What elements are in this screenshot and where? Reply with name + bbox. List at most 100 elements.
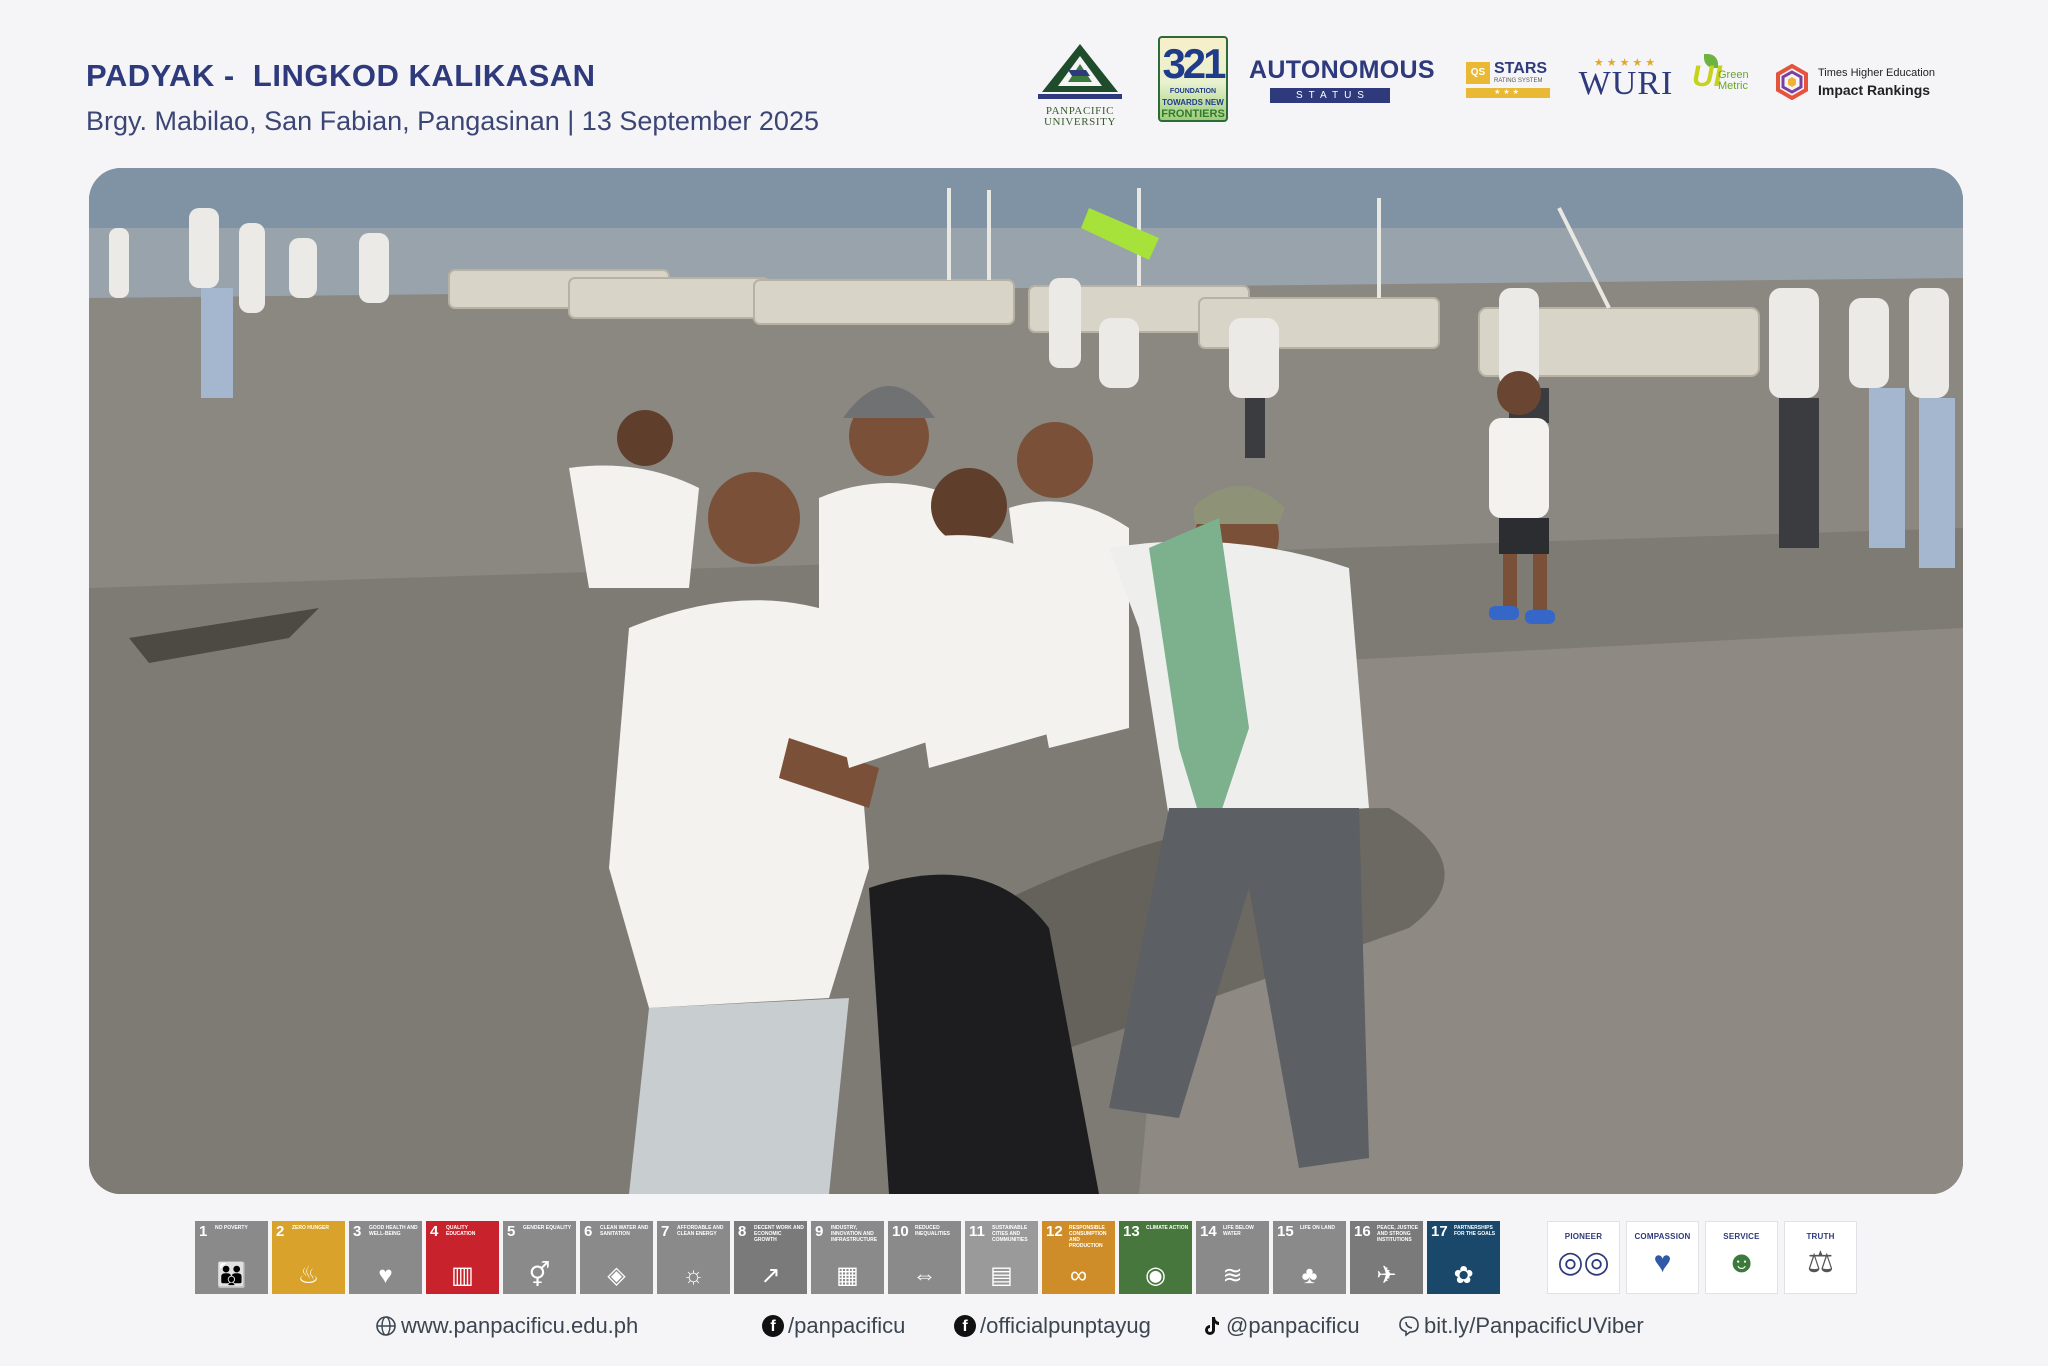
ui-greenmetric-logo: UI Green Metric — [1692, 54, 1758, 102]
globe-icon — [376, 1316, 396, 1336]
dove-icon: ✈ — [1376, 1262, 1397, 1289]
heart-hands-icon: ♥ — [1653, 1246, 1672, 1279]
sdg-number: 14 — [1200, 1223, 1217, 1240]
sdg-number: 17 — [1431, 1223, 1448, 1240]
panpacific-university-logo: PANPACIFIC UNIVERSITY — [1028, 40, 1132, 128]
header-text: PADYAK - LINGKOD KALIKASAN Brgy. Mabilao… — [86, 58, 819, 137]
autonomous-status-logo: AUTONOMOUS STATUS — [1249, 56, 1435, 103]
fish-icon: ≋ — [1222, 1262, 1243, 1289]
arrows-icon: ⇔ — [912, 1262, 937, 1289]
book-icon: ▥ — [451, 1262, 474, 1289]
page-title: PADYAK - LINGKOD KALIKASAN — [86, 58, 596, 93]
sdg-label: NO POVERTY — [215, 1225, 248, 1231]
sdg-7-tile: 7 AFFORDABLE AND CLEAN ENERGY ☼ — [657, 1221, 730, 1294]
the-impact-rankings-logo: Times Higher Education Impact Rankings — [1774, 62, 1944, 102]
sdg-label: REDUCED INEQUALITIES — [915, 1225, 951, 1237]
hexagon-icon — [1776, 64, 1808, 100]
eye-icon: ◉ — [1145, 1262, 1166, 1289]
value-compassion-tile: COMPASSION ♥ — [1626, 1221, 1699, 1294]
value-pioneer-tile: PIONEER ◎◎ — [1547, 1221, 1620, 1294]
sdg-number: 13 — [1123, 1223, 1140, 1240]
viber-icon — [1399, 1316, 1419, 1337]
footer-viber[interactable]: bit.ly/PanpacificUViber — [1398, 1313, 1644, 1339]
flower-icon: ✿ — [1453, 1262, 1474, 1289]
sun-icon: ☼ — [682, 1262, 705, 1289]
sdg-16-tile: 16 PEACE, JUSTICE AND STRONG INSTITUTIONS… — [1350, 1221, 1423, 1294]
sdg-label: PARTNERSHIPS FOR THE GOALS — [1454, 1225, 1496, 1237]
heartbeat-icon: ♥ — [378, 1262, 393, 1289]
infinity-icon: ∞ — [1069, 1262, 1088, 1289]
sdg-number: 1 — [199, 1223, 208, 1240]
sdg-3-tile: 3 GOOD HEALTH AND WELL-BEING ♥ — [349, 1221, 422, 1294]
bowl-icon: ♨ — [297, 1262, 320, 1289]
sdg-11-tile: 11 SUSTAINABLE CITIES AND COMMUNITIES ▤ — [965, 1221, 1038, 1294]
footer-website[interactable]: www.panpacificu.edu.ph — [375, 1313, 638, 1339]
sdg-number: 10 — [892, 1223, 909, 1240]
sdg-10-tile: 10 REDUCED INEQUALITIES ⇔ — [888, 1221, 961, 1294]
sdg-number: 9 — [815, 1223, 824, 1240]
sdg-2-tile: 2 ZERO HUNGER ♨ — [272, 1221, 345, 1294]
facebook-icon: f — [954, 1315, 976, 1337]
sdg-12-tile: 12 RESPONSIBLE CONSUMPTION AND PRODUCTION… — [1042, 1221, 1115, 1294]
page-subtitle: Brgy. Mabilao, San Fabian, Pangasinan | … — [86, 106, 819, 136]
sdg-label: LIFE ON LAND — [1300, 1225, 1335, 1231]
sdg-number: 3 — [353, 1223, 362, 1240]
sdg-number: 6 — [584, 1223, 593, 1240]
value-label: TRUTH — [1806, 1232, 1835, 1241]
sdg-number: 5 — [507, 1223, 516, 1240]
value-service-tile: SERVICE ☻ — [1705, 1221, 1778, 1294]
city-icon: ▤ — [990, 1262, 1013, 1289]
wuri-logo: ★★★★★ WURI — [1578, 57, 1674, 102]
sdg-5-tile: 5 GENDER EQUALITY ⚥ — [503, 1221, 576, 1294]
tiktok-icon — [1205, 1317, 1219, 1335]
sdg-17-tile: 17 PARTNERSHIPS FOR THE GOALS ✿ — [1427, 1221, 1500, 1294]
sdg-label: CLEAN WATER AND SANITATION — [600, 1225, 649, 1237]
sdg-6-tile: 6 CLEAN WATER AND SANITATION ◈ — [580, 1221, 653, 1294]
growth-icon: ↗ — [760, 1262, 781, 1289]
water-icon: ◈ — [607, 1262, 626, 1289]
footer-tiktok[interactable]: @panpacificu — [1200, 1313, 1360, 1339]
sdg-number: 2 — [276, 1223, 285, 1240]
value-label: COMPASSION — [1634, 1232, 1691, 1241]
sdg-label: RESPONSIBLE CONSUMPTION AND PRODUCTION — [1069, 1225, 1107, 1249]
sdg-label: INDUSTRY, INNOVATION AND INFRASTRUCTURE — [831, 1225, 878, 1243]
sdg-number: 8 — [738, 1223, 747, 1240]
sdg-label: ZERO HUNGER — [292, 1225, 329, 1231]
gender-icon: ⚥ — [528, 1262, 551, 1289]
sdg-label: CLIMATE ACTION — [1146, 1225, 1189, 1231]
value-label: PIONEER — [1564, 1232, 1603, 1241]
sdg-1-tile: 1 NO POVERTY 👪 — [195, 1221, 268, 1294]
sdg-4-tile: 4 QUALITY EDUCATION ▥ — [426, 1221, 499, 1294]
footer-facebook-panpacificu[interactable]: f /panpacificu — [762, 1313, 905, 1339]
sdg-8-tile: 8 DECENT WORK AND ECONOMIC GROWTH ↗ — [734, 1221, 807, 1294]
binoculars-icon: ◎◎ — [1557, 1246, 1610, 1279]
facebook-icon: f — [762, 1315, 784, 1337]
sdg-15-tile: 15 LIFE ON LAND ♣ — [1273, 1221, 1346, 1294]
event-photo — [89, 168, 1963, 1194]
people-icon: ☻ — [1725, 1246, 1758, 1279]
sdg-9-tile: 9 INDUSTRY, INNOVATION AND INFRASTRUCTURE… — [811, 1221, 884, 1294]
sdg-number: 16 — [1354, 1223, 1371, 1240]
footer-facebook-officialpunptayug[interactable]: f /officialpunptayug — [954, 1313, 1151, 1339]
sdg-14-tile: 14 LIFE BELOW WATER ≋ — [1196, 1221, 1269, 1294]
value-label: SERVICE — [1723, 1232, 1760, 1241]
cubes-icon: ▦ — [836, 1262, 859, 1289]
sdg-number: 12 — [1046, 1223, 1063, 1240]
sdg-label: GOOD HEALTH AND WELL-BEING — [369, 1225, 418, 1237]
sdg-label: AFFORDABLE AND CLEAN ENERGY — [677, 1225, 724, 1237]
sdg-label: QUALITY EDUCATION — [446, 1225, 476, 1237]
321-foundation-logo: 321 FOUNDATION TOWARDS NEW FRONTIERS — [1158, 36, 1228, 122]
sdg-label: DECENT WORK AND ECONOMIC GROWTH — [754, 1225, 804, 1243]
sdg-number: 15 — [1277, 1223, 1294, 1240]
sdg-number: 11 — [969, 1223, 985, 1240]
qs-stars-logo: QS STARS RATING SYSTEM ★★★ — [1466, 60, 1550, 98]
scales-icon: ⚖ — [1807, 1246, 1834, 1279]
sdg-13-tile: 13 CLIMATE ACTION ◉ — [1119, 1221, 1192, 1294]
value-truth-tile: TRUTH ⚖ — [1784, 1221, 1857, 1294]
sdg-label: SUSTAINABLE CITIES AND COMMUNITIES — [992, 1225, 1028, 1243]
sdg-number: 7 — [661, 1223, 670, 1240]
sdg-number: 4 — [430, 1223, 439, 1240]
sdg-label: LIFE BELOW WATER — [1223, 1225, 1254, 1237]
family-icon: 👪 — [216, 1262, 247, 1289]
sdg-label: PEACE, JUSTICE AND STRONG INSTITUTIONS — [1377, 1225, 1419, 1243]
